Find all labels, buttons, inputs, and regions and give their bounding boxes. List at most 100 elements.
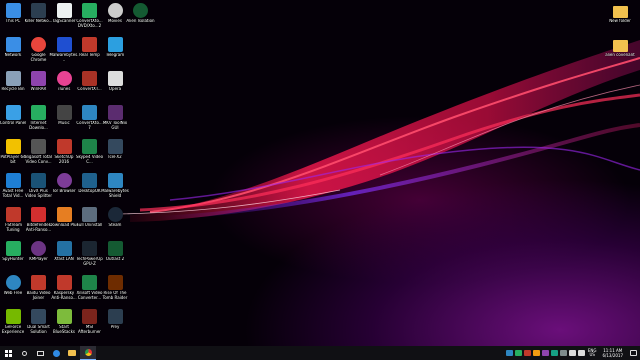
- desktop-shortcut-label: Alien Isolation: [126, 19, 155, 23]
- desktop-shortcut[interactable]: Network: [0, 37, 26, 58]
- mkvtoolnix-icon: [107, 105, 123, 120]
- desktop-shortcut-label: IceFX2: [108, 155, 122, 159]
- desktop-shortcut[interactable]: Start BlueStacks: [51, 309, 77, 334]
- desktop-shortcut[interactable]: KMPlayer: [26, 241, 52, 262]
- outlast-icon: [107, 241, 123, 256]
- file-explorer-icon: [68, 350, 76, 356]
- desktop-shortcut[interactable]: Kaspersky Anti-Ranso...: [51, 275, 77, 300]
- killer-network-icon: [31, 3, 46, 18]
- desktop-shortcut[interactable]: Movies: [102, 3, 128, 24]
- taskbar-file-explorer[interactable]: [64, 346, 80, 360]
- desktop-shortcut[interactable]: ConvertXT...: [77, 71, 103, 92]
- kaspersky-icon: [56, 275, 72, 290]
- desktop-shortcut[interactable]: Google Chrome: [26, 37, 52, 62]
- tomb-raider-icon: [107, 275, 123, 290]
- desktop-shortcut[interactable]: Real Temp: [77, 37, 103, 58]
- tray-app-icon[interactable]: [532, 350, 540, 356]
- desktop-shortcut[interactable]: T-Stream Tuning: [0, 207, 26, 232]
- desktop-shortcut[interactable]: MKV ToolNix GUI: [102, 105, 128, 130]
- task-view-button[interactable]: [32, 346, 48, 360]
- afterburner-icon: [82, 309, 97, 324]
- globe-icon: [5, 275, 21, 290]
- desktop-shortcut[interactable]: Opera: [102, 71, 128, 92]
- start-button[interactable]: [0, 346, 16, 360]
- desktop: This PC Network Recycle Bin Control Panel Po…: [0, 0, 640, 346]
- desktop-shortcut[interactable]: SpyHunter: [0, 241, 26, 262]
- desktop-shortcut[interactable]: Internet Downlo...: [26, 105, 52, 130]
- desktop-shortcut[interactable]: IceFX2: [102, 139, 128, 160]
- gpuz-icon: [82, 241, 97, 256]
- volume-icon[interactable]: [577, 350, 585, 356]
- spyhunter-icon: [5, 241, 21, 256]
- desktop-shortcut[interactable]: Xilisoft Video Converter...: [77, 275, 103, 300]
- desktop-shortcut[interactable]: Outlast 2: [102, 241, 128, 262]
- desktop-shortcut[interactable]: SketchUp 2016: [51, 139, 77, 164]
- desktop-shortcut[interactable]: DesktopOK: [77, 173, 103, 194]
- tray-app-icon[interactable]: [514, 350, 522, 356]
- uninstall-icon: [82, 207, 97, 222]
- tray-app-icon[interactable]: [505, 350, 513, 356]
- desktop-shortcut[interactable]: PotPlayer 64 bit: [0, 139, 26, 164]
- network-icon: [5, 37, 21, 52]
- itunes-icon: [56, 71, 72, 86]
- desktop-shortcut[interactable]: Dual Smart Solution: [26, 309, 52, 334]
- desktop-shortcut-label: Opera: [108, 87, 122, 91]
- desktop-shortcut-label: Outlast 2: [105, 257, 125, 261]
- desktop-shortcut[interactable]: Killer Netwo...: [25, 3, 52, 24]
- desktop-shortcut[interactable]: Skype4 Video C...: [76, 139, 103, 164]
- desktopok-icon: [82, 173, 97, 188]
- network-icon[interactable]: [568, 350, 576, 356]
- desktop-shortcut[interactable]: Bigasoft Total Video Conv...: [25, 139, 52, 164]
- desktop-shortcut[interactable]: Control Panel: [0, 105, 26, 126]
- tor-icon: [56, 173, 72, 188]
- language-indicator[interactable]: ENG US: [588, 348, 597, 358]
- tray-app-icon[interactable]: [541, 350, 549, 356]
- desktop-shortcut[interactable]: Baidu Video Joiner: [26, 275, 52, 300]
- desktop-shortcut-label: Prey: [110, 325, 120, 329]
- desktop-shortcut[interactable]: Music: [51, 105, 77, 126]
- taskbar-chrome[interactable]: [80, 346, 96, 360]
- desktop-shortcut[interactable]: TechPowerUp GPU-Z: [76, 241, 103, 266]
- recycle-bin-icon: [5, 71, 21, 86]
- desktop-shortcut[interactable]: DivX Plus Video Splitter: [25, 173, 52, 198]
- desktop-shortcut[interactable]: MSI Afterburner: [77, 309, 103, 334]
- search-button[interactable]: [16, 346, 32, 360]
- desktop-shortcut[interactable]: Rise Of The Tomb Raider: [102, 275, 128, 300]
- desktop-shortcut[interactable]: Prey: [102, 309, 128, 330]
- desktop-shortcut-label: Rise Of The Tomb Raider: [102, 291, 128, 300]
- desktop-shortcut[interactable]: Alien Isolation: [126, 3, 155, 24]
- desktop-shortcut[interactable]: ConvertXto... DVD/Xto...2: [76, 3, 103, 28]
- desktop-shortcut[interactable]: Tor Browser: [51, 173, 77, 194]
- desktop-shortcut[interactable]: Telegram: [102, 37, 128, 58]
- tray-app-icon[interactable]: [559, 350, 567, 356]
- clock[interactable]: 11:11 AM 6/13/2017: [602, 348, 623, 358]
- region-code: US: [589, 352, 595, 357]
- desktop-shortcut[interactable]: iTunes: [51, 71, 77, 92]
- desktop-shortcut[interactable]: TagScanner: [51, 3, 77, 24]
- potplayer-icon: [5, 139, 21, 154]
- desktop-shortcut[interactable]: WinRAR: [26, 71, 52, 92]
- desktop-shortcut[interactable]: Web Free: [0, 275, 26, 296]
- taskbar-edge[interactable]: [48, 346, 64, 360]
- desktop-shortcut[interactable]: New folder: [607, 3, 633, 24]
- tray-app-icon[interactable]: [523, 350, 531, 356]
- desktop-shortcut[interactable]: Bitdefender Anti-Ranso...: [26, 207, 52, 232]
- tray-app-icon[interactable]: [550, 350, 558, 356]
- desktop-shortcut[interactable]: Avast Free Total Vid...: [0, 173, 26, 198]
- desktop-shortcut[interactable]: Steam: [102, 207, 128, 228]
- desktop-shortcut[interactable]: Malwarebytes...: [49, 37, 79, 62]
- desktop-shortcut[interactable]: Malwarebytes Shield: [101, 173, 129, 198]
- action-center-icon[interactable]: [630, 350, 637, 356]
- desktop-shortcut[interactable]: Recycle Bin: [0, 71, 26, 92]
- desktop-shortcut[interactable]: Xfast LAN: [51, 241, 77, 262]
- desktop-shortcut[interactable]: alien covenant: [605, 37, 635, 58]
- search-icon: [21, 350, 27, 356]
- skype-video-icon: [82, 139, 97, 154]
- dual-smart-icon: [31, 309, 46, 324]
- desktop-shortcut[interactable]: This PC: [0, 3, 26, 24]
- prey-icon: [107, 309, 123, 324]
- desktop-shortcut[interactable]: ConvertXto... 7: [76, 105, 103, 130]
- desktop-shortcut[interactable]: GeForce Experience: [0, 309, 26, 334]
- desktop-shortcut[interactable]: Full Uninstall: [77, 207, 103, 228]
- desktop-shortcut[interactable]: Download Plus: [49, 207, 79, 228]
